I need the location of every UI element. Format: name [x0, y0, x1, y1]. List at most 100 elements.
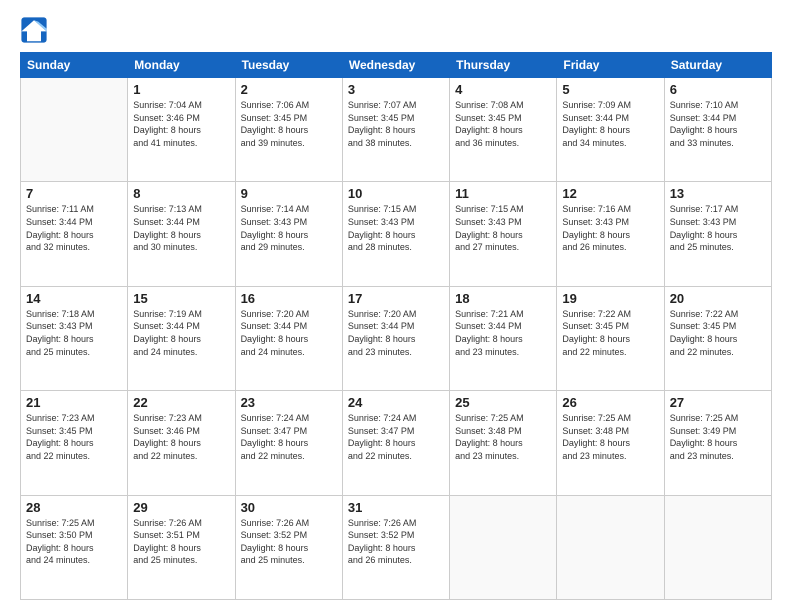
calendar-cell: 3 Sunrise: 7:07 AM Sunset: 3:45 PM Daylig… — [342, 78, 449, 182]
logo-icon — [20, 16, 48, 44]
day-info: Sunrise: 7:25 AM Sunset: 3:50 PM Dayligh… — [26, 517, 122, 567]
col-header-friday: Friday — [557, 53, 664, 78]
day-number: 2 — [241, 82, 337, 97]
day-number: 20 — [670, 291, 766, 306]
day-info: Sunrise: 7:24 AM Sunset: 3:47 PM Dayligh… — [241, 412, 337, 462]
calendar-cell: 7 Sunrise: 7:11 AM Sunset: 3:44 PM Daylig… — [21, 182, 128, 286]
calendar-cell: 5Sunrise: 7:09 AM Sunset: 3:44 PM Daylig… — [557, 78, 664, 182]
calendar-cell: 20 Sunrise: 7:22 AM Sunset: 3:45 PM Dayli… — [664, 286, 771, 390]
day-info: Sunrise: 7:11 AM Sunset: 3:44 PM Dayligh… — [26, 203, 122, 253]
col-header-tuesday: Tuesday — [235, 53, 342, 78]
day-number: 4 — [455, 82, 551, 97]
page: SundayMondayTuesdayWednesdayThursdayFrid… — [0, 0, 792, 612]
calendar-cell: 16 Sunrise: 7:20 AM Sunset: 3:44 PM Dayli… — [235, 286, 342, 390]
day-info: Sunrise: 7:17 AM Sunset: 3:43 PM Dayligh… — [670, 203, 766, 253]
day-info: Sunrise: 7:07 AM Sunset: 3:45 PM Dayligh… — [348, 99, 444, 149]
calendar-cell: 21Sunrise: 7:23 AM Sunset: 3:45 PM Dayli… — [21, 391, 128, 495]
calendar-cell: 13 Sunrise: 7:17 AM Sunset: 3:43 PM Dayli… — [664, 182, 771, 286]
day-number: 12 — [562, 186, 658, 201]
calendar-row-0: 1Sunrise: 7:04 AM Sunset: 3:46 PM Daylig… — [21, 78, 772, 182]
calendar-cell: 14Sunrise: 7:18 AM Sunset: 3:43 PM Dayli… — [21, 286, 128, 390]
calendar-cell: 2 Sunrise: 7:06 AM Sunset: 3:45 PM Daylig… — [235, 78, 342, 182]
day-info: Sunrise: 7:26 AM Sunset: 3:52 PM Dayligh… — [348, 517, 444, 567]
calendar-cell: 1Sunrise: 7:04 AM Sunset: 3:46 PM Daylig… — [128, 78, 235, 182]
day-number: 30 — [241, 500, 337, 515]
day-info: Sunrise: 7:20 AM Sunset: 3:44 PM Dayligh… — [241, 308, 337, 358]
calendar-cell: 8 Sunrise: 7:13 AM Sunset: 3:44 PM Daylig… — [128, 182, 235, 286]
calendar-cell: 25 Sunrise: 7:25 AM Sunset: 3:48 PM Dayli… — [450, 391, 557, 495]
day-number: 24 — [348, 395, 444, 410]
calendar-cell — [664, 495, 771, 599]
day-number: 15 — [133, 291, 229, 306]
day-info: Sunrise: 7:25 AM Sunset: 3:48 PM Dayligh… — [455, 412, 551, 462]
calendar-cell: 26Sunrise: 7:25 AM Sunset: 3:48 PM Dayli… — [557, 391, 664, 495]
day-number: 8 — [133, 186, 229, 201]
day-number: 27 — [670, 395, 766, 410]
day-number: 18 — [455, 291, 551, 306]
day-number: 10 — [348, 186, 444, 201]
day-info: Sunrise: 7:08 AM Sunset: 3:45 PM Dayligh… — [455, 99, 551, 149]
day-info: Sunrise: 7:06 AM Sunset: 3:45 PM Dayligh… — [241, 99, 337, 149]
col-header-thursday: Thursday — [450, 53, 557, 78]
calendar-cell: 17 Sunrise: 7:20 AM Sunset: 3:44 PM Dayli… — [342, 286, 449, 390]
calendar-row-3: 21Sunrise: 7:23 AM Sunset: 3:45 PM Dayli… — [21, 391, 772, 495]
day-info: Sunrise: 7:04 AM Sunset: 3:46 PM Dayligh… — [133, 99, 229, 149]
day-info: Sunrise: 7:22 AM Sunset: 3:45 PM Dayligh… — [670, 308, 766, 358]
calendar-row-1: 7 Sunrise: 7:11 AM Sunset: 3:44 PM Daylig… — [21, 182, 772, 286]
calendar-row-2: 14Sunrise: 7:18 AM Sunset: 3:43 PM Dayli… — [21, 286, 772, 390]
day-info: Sunrise: 7:25 AM Sunset: 3:49 PM Dayligh… — [670, 412, 766, 462]
day-number: 14 — [26, 291, 122, 306]
day-info: Sunrise: 7:23 AM Sunset: 3:45 PM Dayligh… — [26, 412, 122, 462]
day-number: 22 — [133, 395, 229, 410]
calendar-table: SundayMondayTuesdayWednesdayThursdayFrid… — [20, 52, 772, 600]
col-header-wednesday: Wednesday — [342, 53, 449, 78]
day-number: 13 — [670, 186, 766, 201]
day-number: 28 — [26, 500, 122, 515]
calendar-cell: 27 Sunrise: 7:25 AM Sunset: 3:49 PM Dayli… — [664, 391, 771, 495]
day-info: Sunrise: 7:14 AM Sunset: 3:43 PM Dayligh… — [241, 203, 337, 253]
calendar-cell: 15 Sunrise: 7:19 AM Sunset: 3:44 PM Dayli… — [128, 286, 235, 390]
day-info: Sunrise: 7:22 AM Sunset: 3:45 PM Dayligh… — [562, 308, 658, 358]
calendar-cell: 6Sunrise: 7:10 AM Sunset: 3:44 PM Daylig… — [664, 78, 771, 182]
day-info: Sunrise: 7:26 AM Sunset: 3:51 PM Dayligh… — [133, 517, 229, 567]
day-number: 31 — [348, 500, 444, 515]
day-info: Sunrise: 7:24 AM Sunset: 3:47 PM Dayligh… — [348, 412, 444, 462]
calendar-cell: 29 Sunrise: 7:26 AM Sunset: 3:51 PM Dayli… — [128, 495, 235, 599]
day-number: 3 — [348, 82, 444, 97]
calendar-cell: 11Sunrise: 7:15 AM Sunset: 3:43 PM Dayli… — [450, 182, 557, 286]
col-header-saturday: Saturday — [664, 53, 771, 78]
day-number: 25 — [455, 395, 551, 410]
day-number: 5 — [562, 82, 658, 97]
calendar-cell — [450, 495, 557, 599]
day-number: 7 — [26, 186, 122, 201]
day-number: 17 — [348, 291, 444, 306]
calendar-cell: 10Sunrise: 7:15 AM Sunset: 3:43 PM Dayli… — [342, 182, 449, 286]
day-info: Sunrise: 7:20 AM Sunset: 3:44 PM Dayligh… — [348, 308, 444, 358]
calendar-cell: 12 Sunrise: 7:16 AM Sunset: 3:43 PM Dayli… — [557, 182, 664, 286]
calendar-cell: 9 Sunrise: 7:14 AM Sunset: 3:43 PM Daylig… — [235, 182, 342, 286]
calendar-cell — [21, 78, 128, 182]
day-number: 29 — [133, 500, 229, 515]
calendar-cell: 30Sunrise: 7:26 AM Sunset: 3:52 PM Dayli… — [235, 495, 342, 599]
header — [20, 16, 772, 44]
day-info: Sunrise: 7:23 AM Sunset: 3:46 PM Dayligh… — [133, 412, 229, 462]
day-number: 11 — [455, 186, 551, 201]
day-number: 6 — [670, 82, 766, 97]
calendar-cell: 28 Sunrise: 7:25 AM Sunset: 3:50 PM Dayli… — [21, 495, 128, 599]
col-header-monday: Monday — [128, 53, 235, 78]
calendar-cell: 19 Sunrise: 7:22 AM Sunset: 3:45 PM Dayli… — [557, 286, 664, 390]
day-info: Sunrise: 7:16 AM Sunset: 3:43 PM Dayligh… — [562, 203, 658, 253]
day-number: 23 — [241, 395, 337, 410]
calendar-cell: 4 Sunrise: 7:08 AM Sunset: 3:45 PM Daylig… — [450, 78, 557, 182]
day-info: Sunrise: 7:21 AM Sunset: 3:44 PM Dayligh… — [455, 308, 551, 358]
day-info: Sunrise: 7:13 AM Sunset: 3:44 PM Dayligh… — [133, 203, 229, 253]
day-number: 19 — [562, 291, 658, 306]
day-info: Sunrise: 7:19 AM Sunset: 3:44 PM Dayligh… — [133, 308, 229, 358]
day-number: 16 — [241, 291, 337, 306]
calendar-cell — [557, 495, 664, 599]
day-number: 26 — [562, 395, 658, 410]
calendar-row-4: 28 Sunrise: 7:25 AM Sunset: 3:50 PM Dayli… — [21, 495, 772, 599]
calendar-cell: 22 Sunrise: 7:23 AM Sunset: 3:46 PM Dayli… — [128, 391, 235, 495]
calendar-cell: 24 Sunrise: 7:24 AM Sunset: 3:47 PM Dayli… — [342, 391, 449, 495]
day-number: 9 — [241, 186, 337, 201]
